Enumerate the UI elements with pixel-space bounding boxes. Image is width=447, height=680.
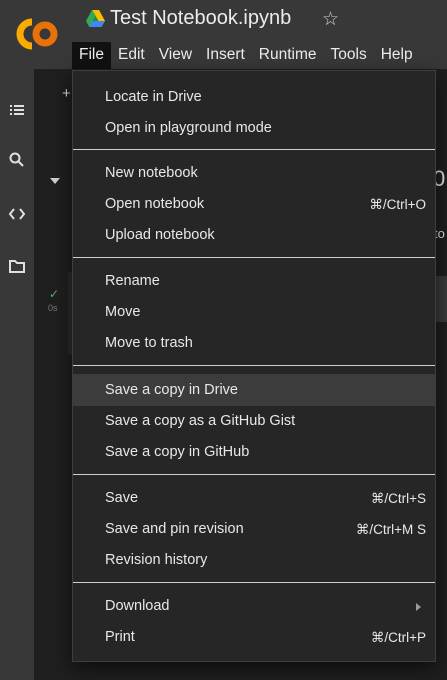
menu-item-shortcut: ⌘/Ctrl+S — [370, 491, 426, 506]
menu-item-shortcut: ⌘/Ctrl+O — [369, 197, 426, 212]
menu-item-save-and-pin-revision[interactable]: Save and pin revision ⌘/Ctrl+M S — [73, 515, 435, 543]
menu-tools[interactable]: Tools — [324, 42, 374, 70]
menu-bar: File Edit View Insert Runtime Tools Help — [72, 42, 420, 70]
menu-item-rename[interactable]: Rename — [73, 267, 435, 295]
menu-item-open-notebook[interactable]: Open notebook ⌘/Ctrl+O — [73, 190, 435, 218]
search-icon[interactable] — [8, 151, 26, 169]
menu-divider — [73, 474, 435, 475]
file-menu-dropdown: Locate in Drive Open in playground mode … — [72, 70, 436, 662]
menu-item-label: Save a copy as a GitHub Gist — [105, 413, 296, 429]
menu-item-label: Open notebook — [105, 196, 205, 212]
menu-divider — [73, 149, 435, 150]
colab-logo-icon[interactable] — [12, 14, 62, 54]
menu-item-download[interactable]: Download — [73, 592, 435, 620]
section-collapse-caret-icon[interactable] — [50, 178, 60, 184]
menu-item-save-a-copy-in-drive[interactable]: Save a copy in Drive — [73, 374, 435, 406]
table-of-contents-icon[interactable] — [8, 101, 26, 119]
add-cell-plus-icon[interactable]: + — [62, 85, 71, 102]
star-icon[interactable]: ☆ — [322, 8, 339, 31]
cell-run-time: 0s — [48, 303, 58, 313]
menu-item-save-a-copy-as-github-gist[interactable]: Save a copy as a GitHub Gist — [73, 407, 435, 435]
menu-item-open-in-playground-mode[interactable]: Open in playground mode — [73, 114, 435, 142]
menu-divider — [73, 582, 435, 583]
menu-item-print[interactable]: Print ⌘/Ctrl+P — [73, 623, 435, 651]
menu-file[interactable]: File — [72, 42, 111, 70]
menu-item-shortcut: ⌘/Ctrl+M S — [355, 522, 426, 537]
menu-item-label: Save and pin revision — [105, 521, 244, 537]
menu-runtime[interactable]: Runtime — [252, 42, 324, 70]
menu-item-label: New notebook — [105, 165, 198, 181]
notebook-title[interactable]: Test Notebook.ipynb — [110, 7, 291, 30]
menu-insert[interactable]: Insert — [199, 42, 252, 70]
menu-item-shortcut: ⌘/Ctrl+P — [370, 630, 426, 645]
menu-item-label: Download — [105, 598, 170, 614]
menu-view[interactable]: View — [152, 42, 199, 70]
left-sidebar — [0, 69, 34, 680]
menu-divider — [73, 257, 435, 258]
menu-item-move[interactable]: Move — [73, 298, 435, 326]
submenu-arrow-icon — [416, 603, 421, 611]
menu-help[interactable]: Help — [374, 42, 420, 70]
menu-item-label: Revision history — [105, 552, 208, 568]
menu-divider — [73, 365, 435, 366]
menu-item-label: Open in playground mode — [105, 120, 272, 136]
menu-item-label: Locate in Drive — [105, 89, 202, 105]
menu-item-new-notebook[interactable]: New notebook — [73, 159, 435, 187]
cell-executed-check-icon: ✓ — [49, 287, 60, 301]
google-drive-icon[interactable] — [86, 10, 105, 27]
menu-item-locate-in-drive[interactable]: Locate in Drive — [73, 83, 435, 111]
menu-item-move-to-trash[interactable]: Move to trash — [73, 329, 435, 357]
menu-item-label: Save a copy in Drive — [105, 382, 238, 398]
menu-item-save[interactable]: Save ⌘/Ctrl+S — [73, 484, 435, 512]
menu-item-upload-notebook[interactable]: Upload notebook — [73, 221, 435, 249]
menu-item-label: Print — [105, 629, 135, 645]
menu-item-save-a-copy-in-github[interactable]: Save a copy in GitHub — [73, 438, 435, 466]
menu-item-label: Upload notebook — [105, 227, 215, 243]
files-folder-icon[interactable] — [8, 257, 26, 275]
menu-item-label: Save a copy in GitHub — [105, 444, 250, 460]
menu-item-label: Move to trash — [105, 335, 193, 351]
top-bar: Test Notebook.ipynb ☆ File Edit View Ins… — [0, 0, 447, 70]
menu-item-label: Move — [105, 304, 141, 320]
menu-item-label: Rename — [105, 273, 160, 289]
menu-item-label: Save — [105, 490, 139, 506]
menu-item-revision-history[interactable]: Revision history — [73, 546, 435, 574]
code-snippets-icon[interactable] — [8, 205, 26, 223]
menu-edit[interactable]: Edit — [111, 42, 152, 70]
